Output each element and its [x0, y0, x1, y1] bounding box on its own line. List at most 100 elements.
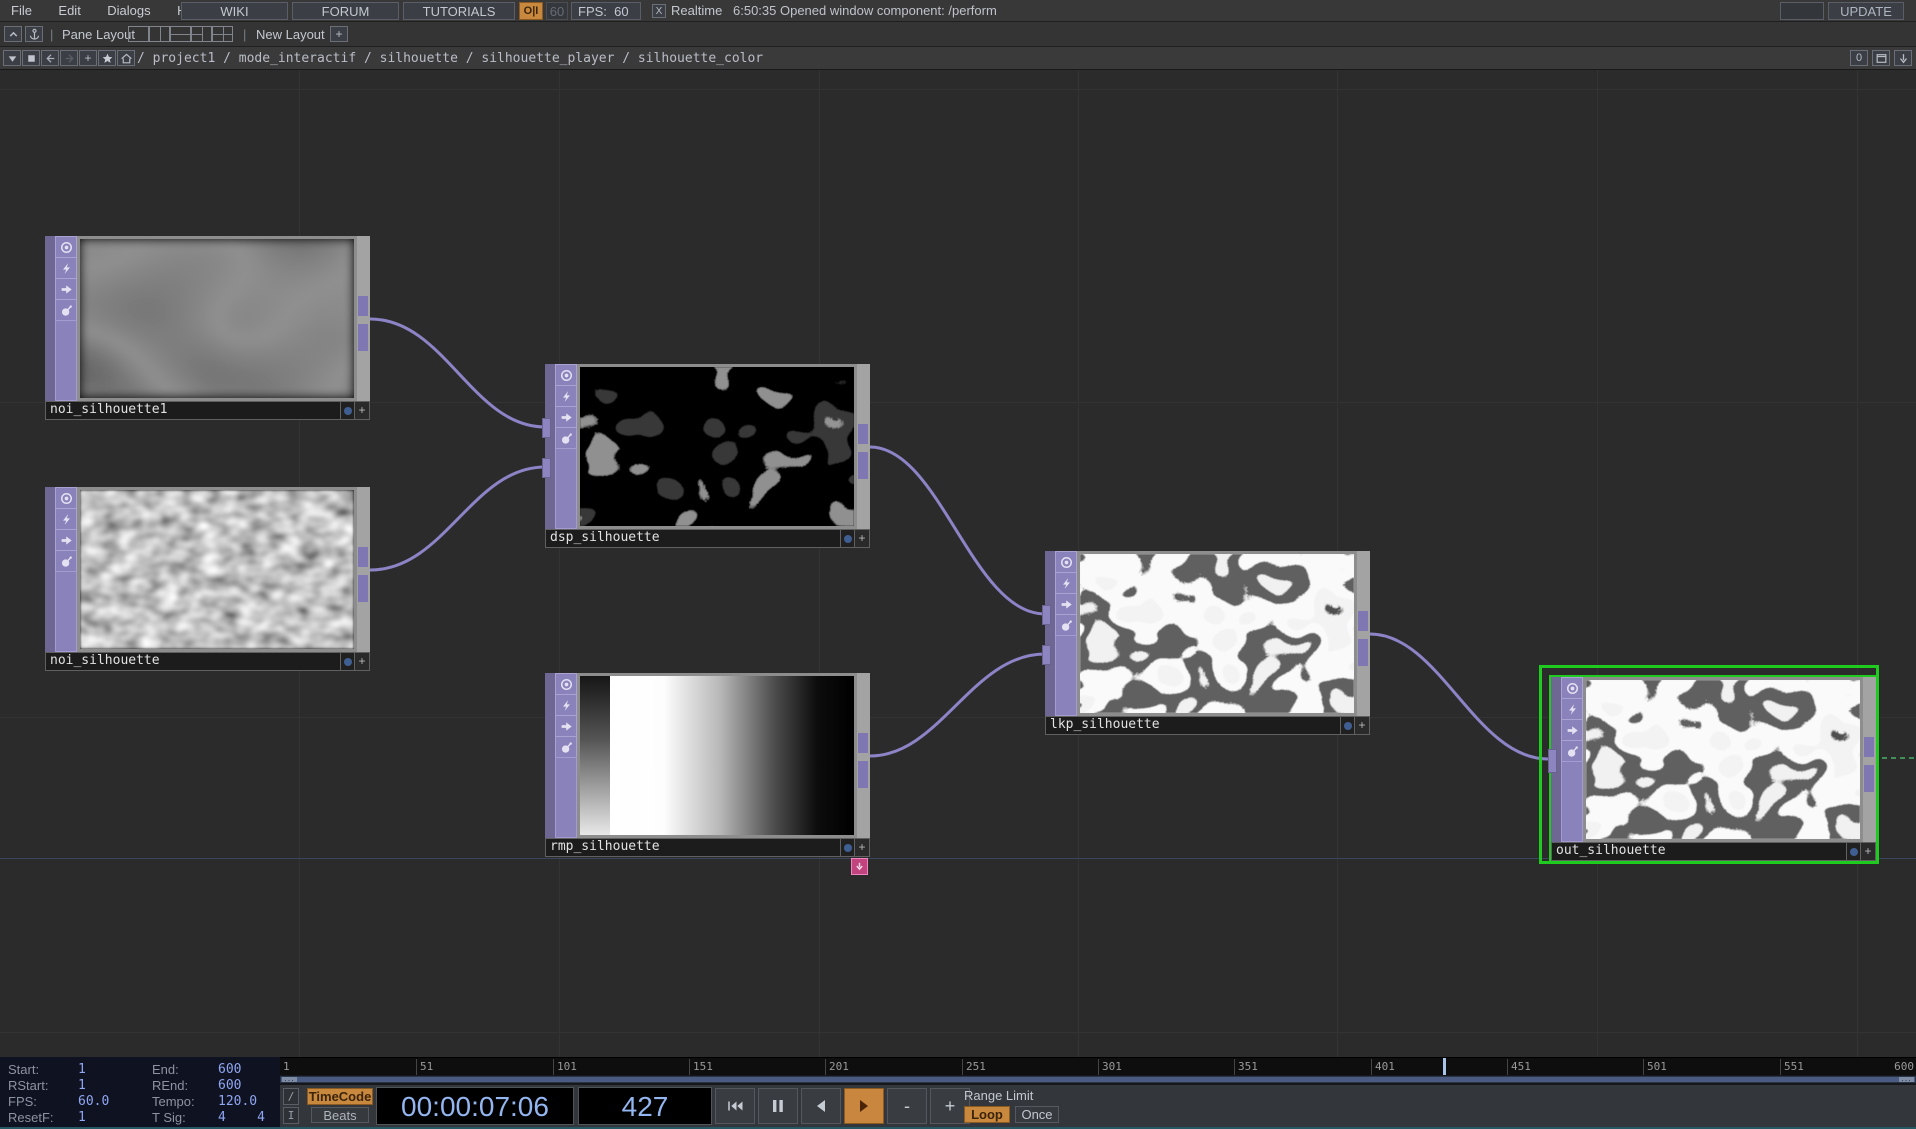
- export-flag-icon[interactable]: [1055, 593, 1077, 615]
- export-flag-icon[interactable]: [555, 406, 577, 428]
- update-button[interactable]: UPDATE: [1828, 2, 1904, 20]
- resetf-value[interactable]: 1: [78, 1110, 86, 1125]
- frame-display[interactable]: 427: [578, 1087, 712, 1125]
- node-expand-button[interactable]: +: [1860, 843, 1875, 860]
- node-comment-flag[interactable]: [851, 858, 868, 875]
- lock-flag-icon[interactable]: [55, 550, 77, 572]
- node-name[interactable]: rmp_silhouette: [546, 839, 840, 856]
- scrollbar-grip-left[interactable]: ...: [282, 1077, 297, 1082]
- window-icon[interactable]: [1872, 50, 1890, 66]
- pause-button[interactable]: [758, 1088, 798, 1124]
- node-dsp_silhouette[interactable]: dsp_silhouette +: [545, 364, 870, 548]
- step-back-button[interactable]: -: [887, 1088, 927, 1124]
- output-connector[interactable]: [858, 733, 868, 753]
- node-viewer[interactable]: [77, 236, 357, 401]
- node-color-dot[interactable]: [840, 530, 854, 547]
- timecode-mode-button[interactable]: TimeCode: [307, 1088, 373, 1105]
- output-connector[interactable]: [1358, 639, 1368, 666]
- export-flag-icon[interactable]: [555, 715, 577, 737]
- tempo-value[interactable]: 120.0: [218, 1094, 257, 1109]
- forward-arrow-icon[interactable]: [60, 50, 78, 66]
- breadcrumb[interactable]: / project1 / mode_interactif / silhouett…: [137, 51, 763, 66]
- output-connector[interactable]: [358, 324, 368, 351]
- slash-button[interactable]: /: [283, 1088, 299, 1105]
- viewer-flag-icon[interactable]: [1561, 677, 1583, 699]
- bypass-flag-icon[interactable]: [555, 385, 577, 407]
- bypass-flag-icon[interactable]: [1561, 698, 1583, 720]
- zero-button[interactable]: 0: [1850, 50, 1868, 66]
- scrollbar-grip-right[interactable]: ...: [1899, 1077, 1914, 1082]
- node-viewer[interactable]: [77, 487, 357, 652]
- beats-mode-button[interactable]: Beats: [311, 1107, 369, 1123]
- output-connector[interactable]: [358, 547, 368, 567]
- node-expand-button[interactable]: +: [354, 653, 369, 670]
- node-lkp_silhouette[interactable]: lkp_silhouette +: [1045, 551, 1370, 735]
- input-connector[interactable]: [1042, 645, 1051, 665]
- node-expand-button[interactable]: +: [854, 530, 869, 547]
- node-name[interactable]: lkp_silhouette: [1046, 717, 1340, 734]
- tsig-value[interactable]: 4 4: [218, 1110, 265, 1125]
- menu-edit[interactable]: Edit: [47, 0, 91, 21]
- tutorials-button[interactable]: TUTORIALS: [403, 2, 515, 20]
- realtime-checkbox[interactable]: X: [652, 4, 666, 18]
- output-connector[interactable]: [1864, 737, 1874, 757]
- node-color-dot[interactable]: [840, 839, 854, 856]
- lock-flag-icon[interactable]: [1561, 740, 1583, 762]
- node-out_silhouette[interactable]: out_silhouette +: [1551, 677, 1876, 861]
- stop-icon[interactable]: [22, 50, 40, 66]
- fps-field[interactable]: FPS: 60: [571, 2, 641, 20]
- output-connector[interactable]: [858, 424, 868, 444]
- input-connector[interactable]: [542, 418, 551, 438]
- node-name[interactable]: out_silhouette: [1552, 843, 1846, 860]
- rstart-value[interactable]: 1: [78, 1078, 86, 1093]
- node-color-dot[interactable]: [1340, 717, 1354, 734]
- bypass-flag-icon[interactable]: [555, 694, 577, 716]
- input-connector[interactable]: [542, 458, 551, 478]
- layout-grid-icon[interactable]: [212, 26, 233, 42]
- node-expand-button[interactable]: +: [354, 402, 369, 419]
- integer-button[interactable]: I: [283, 1107, 299, 1124]
- node-color-dot[interactable]: [340, 653, 354, 670]
- node-name[interactable]: noi_silhouette1: [46, 402, 340, 419]
- once-button[interactable]: Once: [1015, 1106, 1059, 1123]
- home-icon[interactable]: [117, 50, 135, 66]
- lock-flag-icon[interactable]: [555, 736, 577, 758]
- viewer-flag-icon[interactable]: [555, 673, 577, 695]
- maximize-pane-icon[interactable]: [4, 26, 22, 42]
- rend-value[interactable]: 600: [218, 1078, 241, 1093]
- playhead[interactable]: [1443, 1058, 1446, 1076]
- export-flag-icon[interactable]: [1561, 719, 1583, 741]
- play-forward-button[interactable]: [844, 1088, 884, 1124]
- power-button[interactable]: O|I: [519, 2, 543, 20]
- viewer-flag-icon[interactable]: [55, 487, 77, 509]
- fps-value[interactable]: 60.0: [78, 1094, 109, 1109]
- back-arrow-icon[interactable]: [41, 50, 59, 66]
- node-color-dot[interactable]: [1846, 843, 1860, 860]
- lock-flag-icon[interactable]: [555, 427, 577, 449]
- input-connector[interactable]: [1548, 749, 1557, 773]
- viewer-flag-icon[interactable]: [1055, 551, 1077, 573]
- bypass-flag-icon[interactable]: [55, 508, 77, 530]
- layout-split-v-icon[interactable]: [149, 26, 170, 42]
- output-connector[interactable]: [858, 452, 868, 479]
- add-layout-button[interactable]: +: [330, 26, 348, 42]
- node-color-dot[interactable]: [340, 402, 354, 419]
- node-noi_silhouette[interactable]: noi_silhouette +: [45, 487, 370, 671]
- jump-to-start-button[interactable]: [715, 1088, 755, 1124]
- lock-flag-icon[interactable]: [1055, 614, 1077, 636]
- input-connector[interactable]: [1042, 605, 1051, 625]
- output-connector[interactable]: [358, 575, 368, 602]
- forum-button[interactable]: FORUM: [292, 2, 399, 20]
- timecode-display[interactable]: 00:00:07:06: [376, 1087, 574, 1125]
- start-value[interactable]: 1: [78, 1062, 86, 1077]
- pane-type-dropdown-icon[interactable]: [3, 50, 21, 66]
- wiki-button[interactable]: WIKI: [181, 2, 288, 20]
- end-value[interactable]: 600: [218, 1062, 241, 1077]
- node-viewer[interactable]: [1583, 677, 1863, 842]
- menu-file[interactable]: File: [0, 0, 43, 21]
- node-expand-button[interactable]: +: [854, 839, 869, 856]
- node-name[interactable]: noi_silhouette: [46, 653, 340, 670]
- export-flag-icon[interactable]: [55, 278, 77, 300]
- node-viewer[interactable]: [577, 364, 857, 529]
- output-connector[interactable]: [858, 761, 868, 788]
